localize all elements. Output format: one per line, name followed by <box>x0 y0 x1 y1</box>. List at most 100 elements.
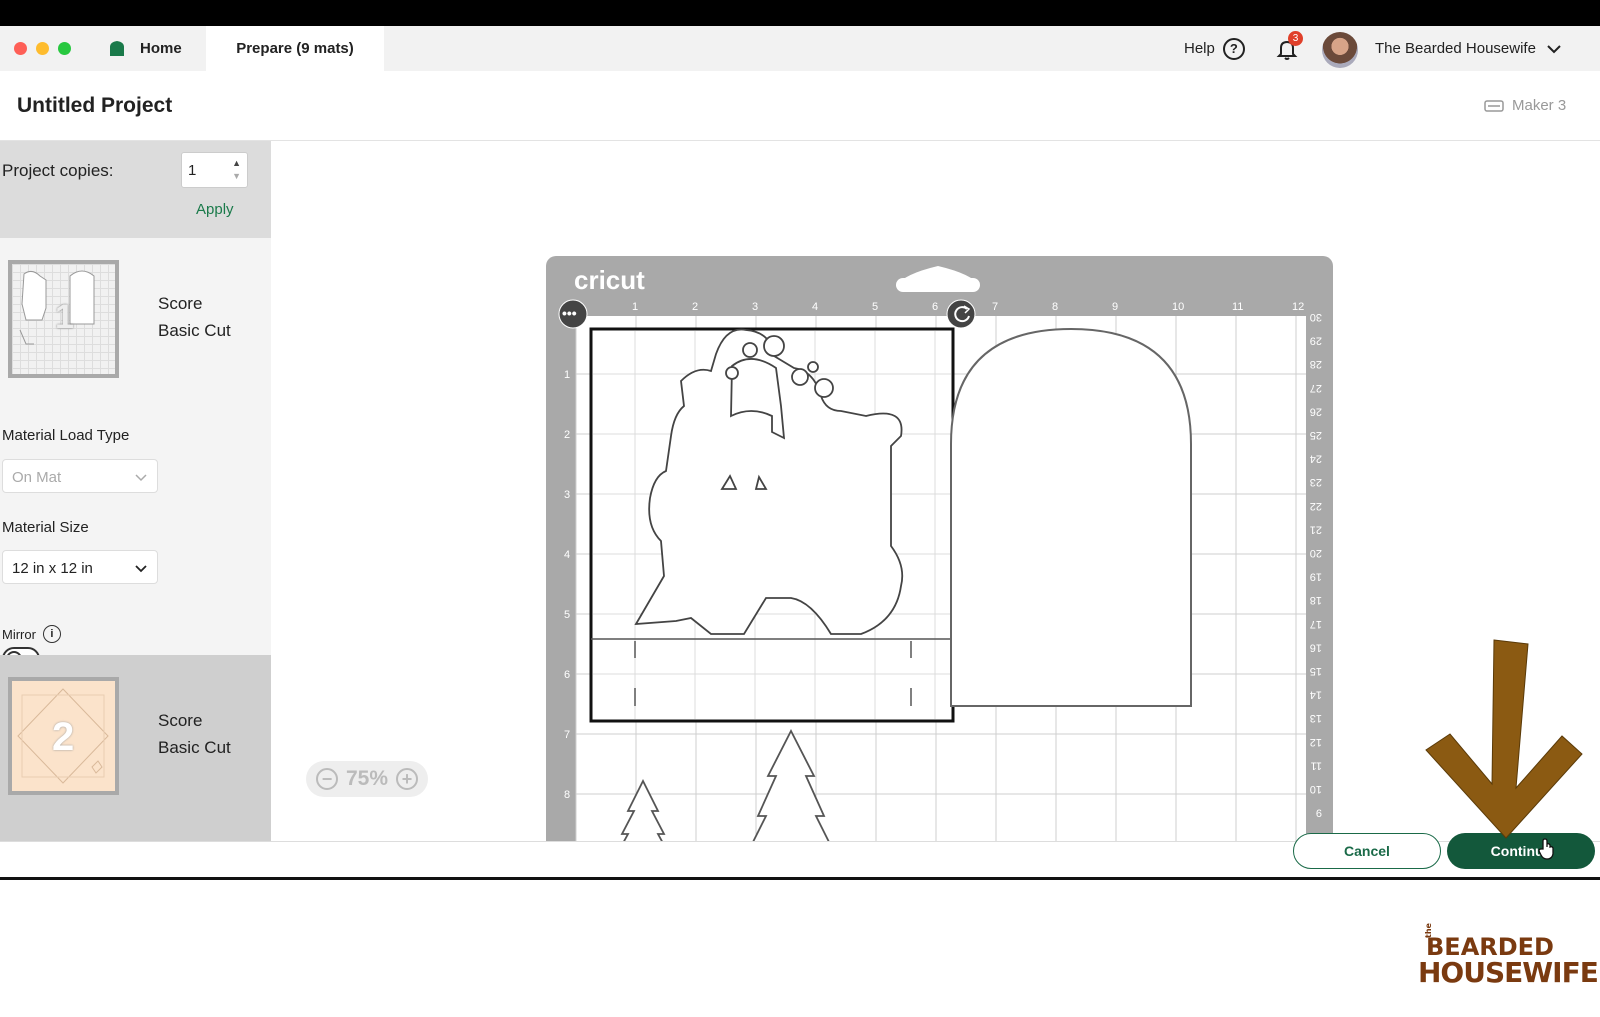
project-copies-input[interactable]: 1 ▲ ▼ <box>181 152 248 188</box>
right-ruler-label: 11 <box>1311 759 1322 771</box>
right-ruler-label: 12 <box>1310 736 1322 748</box>
top-ruler-label: 7 <box>992 301 998 313</box>
right-ruler-label: 19 <box>1310 571 1322 583</box>
zoom-control: − 75% + <box>306 761 428 797</box>
mat-thumbnail[interactable]: 2 <box>8 677 119 795</box>
svg-text:•••: ••• <box>562 305 577 321</box>
right-ruler-label: 28 <box>1310 358 1322 370</box>
mirror-label: Mirror <box>2 626 36 642</box>
mat-list-item[interactable]: 2 Score Basic Cut <box>0 655 271 841</box>
home-icon <box>110 41 124 56</box>
right-ruler-label: 30 <box>1310 311 1322 323</box>
info-icon[interactable]: i <box>42 625 61 643</box>
top-ruler-label: 11 <box>1232 301 1243 313</box>
notification-badge: 3 <box>1288 31 1303 46</box>
material-load-type-select[interactable]: On Mat <box>2 459 158 493</box>
mat-preview-canvas: cricut 1 2 3 4 5 6 7 8 9 10 11 12 12345678 30 29 28 27… <box>271 141 1600 841</box>
right-ruler-label: 25 <box>1310 429 1322 441</box>
project-copies-label: Project copies: <box>2 161 114 180</box>
left-ruler-label: 3 <box>564 489 570 501</box>
material-size-value: 12 in x 12 in <box>12 560 93 577</box>
watermark-line2: HOUSEWIFE <box>1418 956 1599 989</box>
maximize-window-button[interactable] <box>58 42 71 55</box>
cutting-mat: cricut 1 2 3 4 5 6 7 8 9 10 11 12 12345678 30292827… <box>546 256 1333 841</box>
minimize-window-button[interactable] <box>36 42 49 55</box>
right-ruler-label: 23 <box>1310 476 1322 488</box>
project-copies-panel: Project copies: 1 ▲ ▼ Apply <box>0 141 271 238</box>
window-tab-bar: Home Prepare (9 mats) Help ? 3 The Beard… <box>0 26 1600 71</box>
left-ruler-label: 2 <box>564 429 570 441</box>
mat-thumbnail[interactable]: 1 <box>8 260 119 378</box>
material-size-label: Material Size <box>2 519 89 536</box>
tab-home[interactable]: Home <box>108 26 182 71</box>
copies-stepper[interactable]: ▲ ▼ <box>232 157 241 183</box>
zoom-level: 75% <box>345 767 388 790</box>
avatar[interactable] <box>1322 32 1358 68</box>
top-ruler-label: 9 <box>1112 301 1118 313</box>
mat-settings-text: Score Basic Cut <box>158 707 231 761</box>
top-ruler-label: 3 <box>752 301 758 313</box>
left-ruler-label: 4 <box>564 549 570 561</box>
right-ruler-label: 27 <box>1310 382 1322 394</box>
right-ruler-label: 22 <box>1310 500 1322 512</box>
user-menu[interactable]: The Bearded Housewife <box>1375 26 1562 71</box>
top-ruler-label: 2 <box>692 301 698 313</box>
mat-list-item[interactable]: 1 Score Basic Cut <box>0 238 271 384</box>
material-load-type-value: On Mat <box>12 469 62 486</box>
right-ruler-label: 21 <box>1310 523 1322 535</box>
machine-selector[interactable]: Maker 3 <box>1484 97 1566 114</box>
mat-number: 1 <box>55 298 74 336</box>
stepper-down-icon[interactable]: ▼ <box>232 170 241 183</box>
right-ruler-label: 14 <box>1310 689 1322 701</box>
overlay-down-arrow-icon <box>1425 639 1583 839</box>
mat-line1: Score <box>158 294 203 313</box>
right-ruler-label: 24 <box>1310 453 1322 465</box>
help-label: Help <box>1184 40 1215 57</box>
project-copies-value: 1 <box>188 162 197 179</box>
left-ruler-label: 7 <box>564 729 570 741</box>
top-ruler-label: 8 <box>1052 301 1058 313</box>
left-ruler-label: 8 <box>564 789 570 801</box>
material-size-select[interactable]: 12 in x 12 in <box>2 550 158 584</box>
apply-button[interactable]: Apply <box>196 201 234 218</box>
chevron-down-icon <box>135 474 147 482</box>
top-ruler-label: 6 <box>932 301 938 313</box>
stepper-up-icon[interactable]: ▲ <box>232 157 241 170</box>
left-ruler-label: 6 <box>564 669 570 681</box>
right-ruler-label: 26 <box>1310 405 1322 417</box>
tab-home-label: Home <box>140 40 182 57</box>
zoom-in-icon[interactable]: + <box>395 768 418 790</box>
mat-sidebar: Project copies: 1 ▲ ▼ Apply 1 Score Basi… <box>0 141 271 841</box>
close-window-button[interactable] <box>14 42 27 55</box>
cricut-design-space-window: Home Prepare (9 mats) Help ? 3 The Beard… <box>0 26 1600 880</box>
top-ruler-label: 10 <box>1172 301 1184 313</box>
tab-prepare[interactable]: Prepare (9 mats) <box>206 26 384 71</box>
mirror-row: Mirror i <box>2 625 61 643</box>
left-ruler-label: 1 <box>564 369 570 381</box>
right-ruler-label: 13 <box>1310 712 1322 724</box>
top-ruler-label: 5 <box>872 301 878 313</box>
mat-line2: Basic Cut <box>158 738 231 757</box>
arch-shape[interactable] <box>950 327 1192 707</box>
material-load-type-label: Material Load Type <box>2 427 130 444</box>
zoom-out-icon[interactable]: − <box>315 768 338 790</box>
right-ruler-label: 9 <box>1316 807 1322 819</box>
right-ruler-label: 18 <box>1310 594 1322 606</box>
chevron-down-icon <box>135 565 147 573</box>
tab-prepare-label: Prepare (9 mats) <box>236 40 354 57</box>
top-ruler-label: 4 <box>812 301 818 313</box>
right-ruler-label: 10 <box>1310 783 1322 795</box>
cancel-button[interactable]: Cancel <box>1293 833 1441 869</box>
right-ruler-label: 17 <box>1310 618 1322 630</box>
help-button[interactable]: Help ? <box>1184 26 1245 71</box>
question-icon: ? <box>1222 37 1245 60</box>
machine-icon <box>1484 99 1504 112</box>
top-ruler-label: 1 <box>632 301 638 313</box>
left-ruler-label: 5 <box>564 609 570 621</box>
mat-number: 2 <box>52 715 75 759</box>
user-name: The Bearded Housewife <box>1375 40 1536 57</box>
top-ruler-label: 12 <box>1292 301 1304 313</box>
watermark-small: the <box>1424 923 1433 938</box>
mat-line1: Score <box>158 711 203 730</box>
right-ruler-label: 16 <box>1310 641 1322 653</box>
